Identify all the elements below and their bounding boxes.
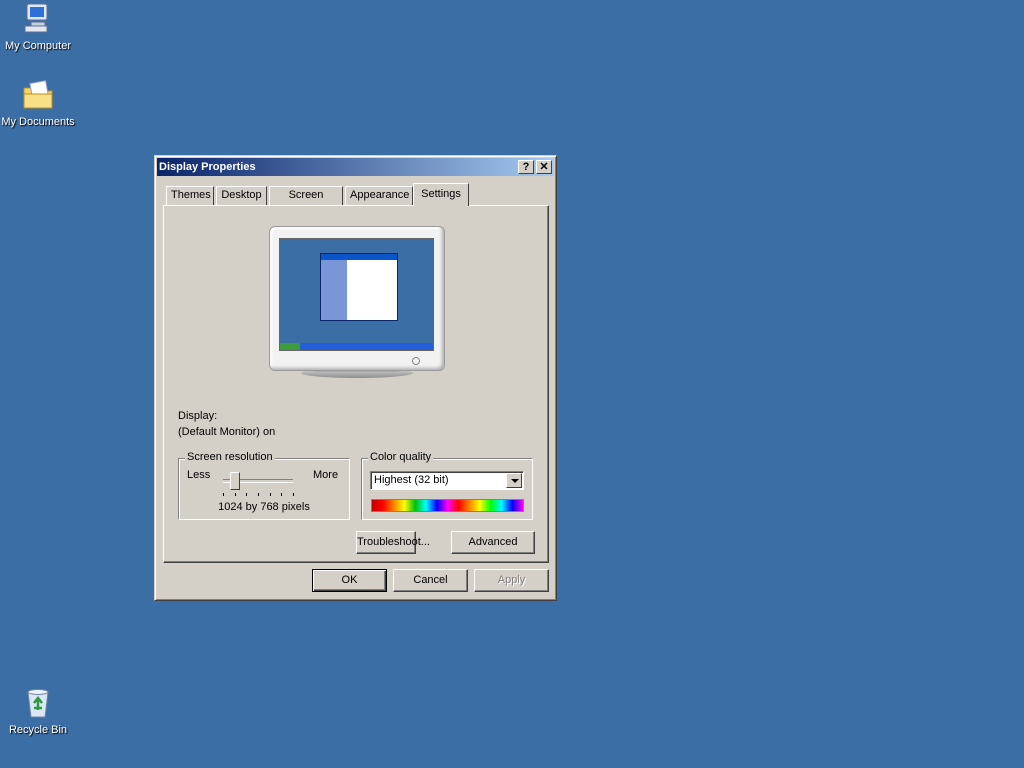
slider-tick (246, 493, 248, 496)
color-quality-value: Highest (32 bit) (374, 474, 449, 486)
button-label: OK (341, 574, 358, 586)
apply-button[interactable]: Apply (474, 569, 549, 592)
preview-start-button (280, 343, 300, 350)
close-icon: ✕ (539, 161, 549, 173)
tab-label: Desktop (221, 189, 262, 201)
tab-screen-saver[interactable]: Screen Saver (269, 186, 343, 218)
tab-themes[interactable]: Themes (166, 186, 214, 205)
screen-resolution-group: Screen resolution Less More 1024 by 768 … (178, 451, 350, 520)
button-label: Advanced (468, 536, 518, 548)
group-title: Screen resolution (185, 451, 275, 463)
title-bar[interactable]: Display Properties ? ✕ (157, 158, 554, 176)
display-properties-window: Display Properties ? ✕ Themes Desktop Sc… (154, 155, 557, 601)
slider-tick (223, 493, 224, 496)
window-title: Display Properties (159, 161, 256, 173)
desktop-icon-label: My Documents (1, 116, 75, 128)
help-icon: ? (522, 161, 530, 173)
settings-panel: Display: (Default Monitor) on Screen res… (163, 205, 549, 563)
button-label: Apply (497, 574, 526, 586)
slider-tick (258, 493, 259, 496)
tab-label: Themes (171, 189, 211, 201)
tab-appearance[interactable]: Appearance (345, 186, 413, 205)
button-label: Troubleshoot... (357, 536, 430, 548)
preview-window-thumbnail (320, 253, 398, 321)
color-quality-group: Color quality Highest (32 bit) (361, 451, 533, 520)
color-spectrum-bar (371, 499, 524, 512)
resolution-value: 1024 by 768 pixels (218, 501, 310, 513)
ok-button[interactable]: OK (312, 569, 387, 592)
tab-desktop[interactable]: Desktop (216, 186, 267, 205)
desktop-icon-recycle-bin[interactable]: Recycle Bin (0, 686, 76, 736)
help-button[interactable]: ? (518, 160, 534, 174)
monitor-preview[interactable] (269, 226, 445, 371)
preview-taskbar (280, 343, 433, 350)
less-label: Less (187, 469, 211, 481)
button-label: Cancel (413, 574, 448, 586)
tab-settings[interactable]: Settings (413, 183, 469, 206)
color-quality-select[interactable]: Highest (32 bit) (370, 471, 524, 490)
slider-tick (281, 493, 283, 496)
advanced-button[interactable]: Advanced (451, 531, 535, 554)
desktop-icon-label: Recycle Bin (8, 724, 68, 736)
cancel-button[interactable]: Cancel (393, 569, 468, 592)
display-value: (Default Monitor) on (178, 426, 276, 438)
troubleshoot-button[interactable]: Troubleshoot... (356, 531, 430, 554)
desktop-icon-my-documents[interactable]: My Documents (0, 78, 76, 128)
slider-tick (293, 493, 294, 496)
monitor-power-button (412, 357, 420, 365)
tab-label: Settings (421, 188, 461, 200)
slider-tick (234, 493, 236, 496)
group-title: Color quality (368, 451, 434, 463)
slider-tick (269, 493, 271, 496)
my-computer-icon (21, 2, 55, 36)
chevron-down-icon[interactable] (506, 473, 522, 488)
desktop-icon-label: My Computer (4, 40, 72, 52)
desktop-icon-my-computer[interactable]: My Computer (0, 2, 76, 52)
close-button[interactable]: ✕ (536, 160, 552, 174)
recycle-bin-icon (21, 686, 55, 720)
tab-label: Appearance (350, 189, 410, 201)
monitor-screen-preview (279, 238, 434, 351)
display-label: Display: (178, 410, 218, 422)
resolution-slider-thumb[interactable] (229, 472, 240, 490)
my-documents-icon (21, 78, 55, 112)
more-label: More (313, 469, 339, 481)
